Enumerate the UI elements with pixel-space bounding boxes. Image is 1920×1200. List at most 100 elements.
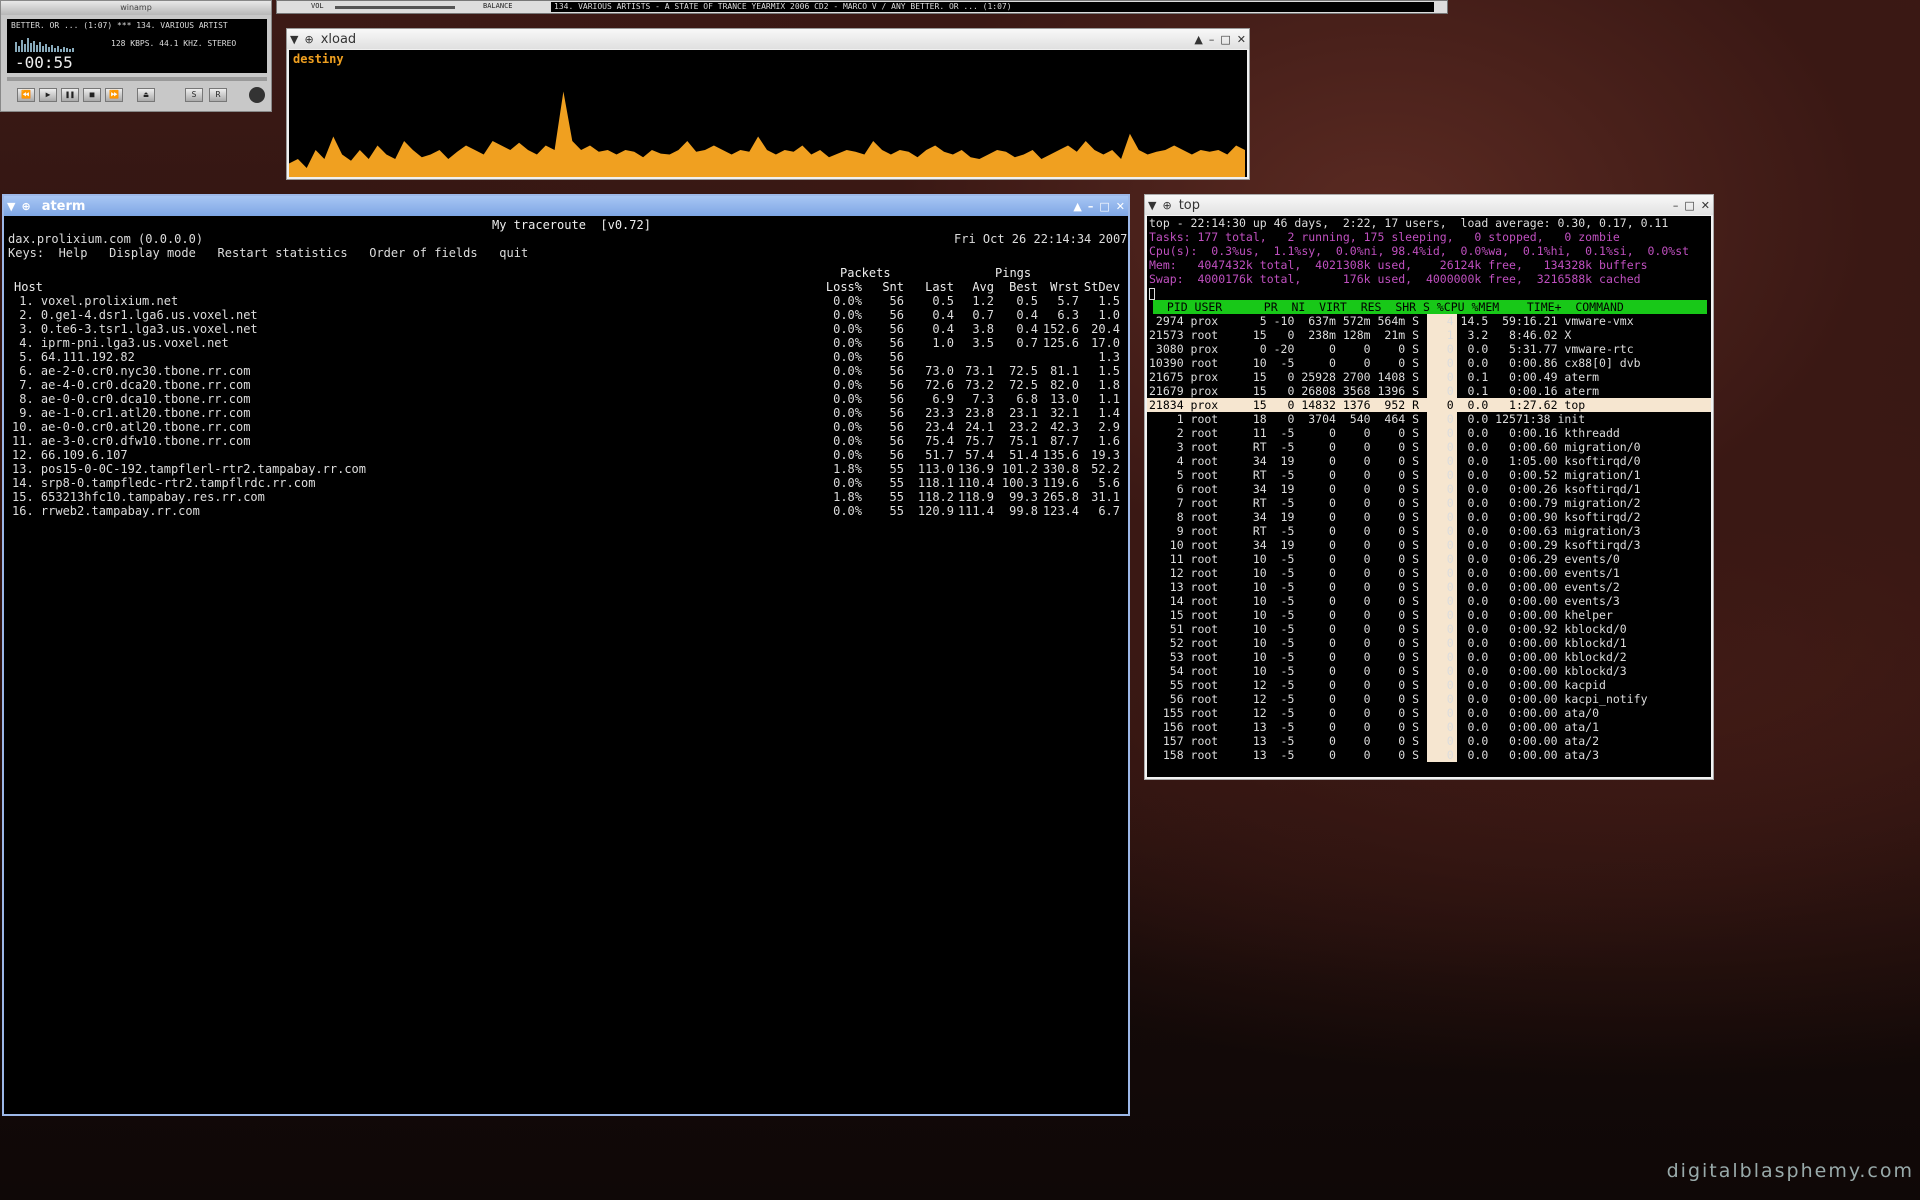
- process-row[interactable]: 15 root 10 -5 0 0 0 S 0 0.0 0:00.00 khel…: [1149, 608, 1613, 622]
- hop-avg: 136.9: [957, 462, 994, 476]
- process-row[interactable]: 5 root RT -5 0 0 0 S 0 0.0 0:00.52 migra…: [1149, 468, 1641, 482]
- process-row[interactable]: 11 root 10 -5 0 0 0 S 0 0.0 0:06.29 even…: [1149, 552, 1620, 566]
- mtr-hop-row: 3. 0.te6-3.tsr1.lga3.us.voxel.net 0.0% 56 0…: [4, 322, 1128, 336]
- hop-snt: 55: [889, 462, 904, 476]
- hop-host: 16. rrweb2.tampabay.rr.com: [12, 504, 200, 518]
- top-titlebar[interactable]: ▼ ⊕ top – □ ✕: [1145, 195, 1713, 215]
- process-row[interactable]: 7 root RT -5 0 0 0 S 0 0.0 0:00.79 migra…: [1149, 496, 1641, 510]
- hop-loss: 0.0%: [833, 434, 862, 448]
- shade-icon[interactable]: ▲: [1194, 33, 1202, 46]
- volume-slider[interactable]: [335, 6, 455, 9]
- winamp-logo-icon[interactable]: [249, 87, 265, 103]
- process-row[interactable]: 54 root 10 -5 0 0 0 S 0 0.0 0:00.00 kblo…: [1149, 664, 1627, 678]
- process-row[interactable]: 6 root 34 19 0 0 0 S 0 0.0 0:00.26 ksoft…: [1149, 482, 1641, 496]
- hop-wrst: 87.7: [1050, 434, 1079, 448]
- top-swap: Swap: 4000176k total, 176k used, 4000000…: [1149, 272, 1641, 286]
- playlist-track-title: 134. VARIOUS ARTISTS - A STATE OF TRANCE…: [551, 2, 1434, 12]
- prev-button[interactable]: ⏪: [17, 88, 35, 102]
- window-menu-icon[interactable]: ▼: [7, 200, 15, 213]
- repeat-button[interactable]: R: [209, 88, 227, 102]
- shade-icon[interactable]: ▲: [1073, 200, 1081, 213]
- aterm-titlebar[interactable]: ▼ ⊕ aterm ▲ – □ ✕: [4, 196, 1128, 216]
- process-row[interactable]: 157 root 13 -5 0 0 0 S 0 0.0 0:00.00 ata…: [1149, 734, 1599, 748]
- process-row[interactable]: 10390 root 10 -5 0 0 0 S 0 0.0 0:00.86 c…: [1149, 356, 1641, 370]
- process-row[interactable]: 2974 prox 5 -10 637m 572m 564m S 4 14.5 …: [1149, 314, 1634, 328]
- window-menu-icon[interactable]: ▼: [290, 33, 298, 46]
- pin-icon[interactable]: ⊕: [304, 33, 313, 46]
- window-title: aterm: [41, 198, 86, 214]
- process-row[interactable]: 21573 root 15 0 238m 128m 21m S 1 3.2 8:…: [1149, 328, 1571, 342]
- hop-loss: 0.0%: [833, 322, 862, 336]
- process-row[interactable]: 3 root RT -5 0 0 0 S 0 0.0 0:00.60 migra…: [1149, 440, 1641, 454]
- process-row[interactable]: 2 root 11 -5 0 0 0 S 0 0.0 0:00.16 kthre…: [1149, 426, 1620, 440]
- hop-stdev: 1.1: [1098, 392, 1120, 406]
- hop-wrst: 82.0: [1050, 378, 1079, 392]
- process-row[interactable]: 52 root 10 -5 0 0 0 S 0 0.0 0:00.00 kblo…: [1149, 636, 1627, 650]
- mtr-hop-row: 12. 66.109.6.107 0.0% 56 51.7 57.4 51.4 135.6 1…: [4, 448, 1128, 462]
- hop-last: 120.9: [917, 504, 954, 518]
- minimize-icon[interactable]: –: [1673, 199, 1679, 212]
- process-row[interactable]: 56 root 12 -5 0 0 0 S 0 0.0 0:00.00 kacp…: [1149, 692, 1648, 706]
- process-row[interactable]: 158 root 13 -5 0 0 0 S 0 0.0 0:00.00 ata…: [1149, 748, 1599, 762]
- process-row[interactable]: 21675 prox 15 0 25928 2700 1408 S 0 0.1 …: [1149, 370, 1599, 384]
- minimize-icon[interactable]: –: [1209, 33, 1215, 46]
- load-area: [289, 91, 1245, 177]
- winamp-seek-bar[interactable]: [7, 77, 267, 81]
- shuffle-button[interactable]: S: [185, 88, 203, 102]
- stop-button[interactable]: ■: [83, 88, 101, 102]
- process-row[interactable]: 55 root 12 -5 0 0 0 S 0 0.0 0:00.00 kacp…: [1149, 678, 1606, 692]
- hop-snt: 56: [889, 406, 904, 420]
- pin-icon[interactable]: ⊕: [1162, 199, 1171, 212]
- hop-last: 75.4: [925, 434, 954, 448]
- process-row[interactable]: 3080 prox 0 -20 0 0 0 S 0 0.0 5:31.77 vm…: [1149, 342, 1634, 356]
- process-row[interactable]: 51 root 10 -5 0 0 0 S 0 0.0 0:00.92 kblo…: [1149, 622, 1627, 636]
- window-title: top: [1178, 197, 1200, 213]
- process-row[interactable]: 12 root 10 -5 0 0 0 S 0 0.0 0:00.00 even…: [1149, 566, 1620, 580]
- process-row[interactable]: 8 root 34 19 0 0 0 S 0 0.0 0:00.90 ksoft…: [1149, 510, 1641, 524]
- eject-button[interactable]: ⏏: [137, 88, 155, 102]
- pause-button[interactable]: ❚❚: [61, 88, 79, 102]
- process-row[interactable]: 4 root 34 19 0 0 0 S 0 0.0 1:05.00 ksoft…: [1149, 454, 1641, 468]
- hop-loss: 0.0%: [833, 406, 862, 420]
- mtr-hop-row: 1. voxel.prolixium.net 0.0% 56 0.5 1.2 0.5 5.7…: [4, 294, 1128, 308]
- close-icon[interactable]: ✕: [1701, 199, 1710, 212]
- xload-window: ▼ ⊕ xload ▲ – □ ✕ destiny: [286, 28, 1250, 180]
- hop-host: 13. pos15-0-0C-192.tampflerl-rtr2.tampab…: [12, 462, 367, 476]
- hop-best: 99.3: [1009, 490, 1038, 504]
- play-button[interactable]: ▶: [39, 88, 57, 102]
- process-row[interactable]: 9 root RT -5 0 0 0 S 0 0.0 0:00.63 migra…: [1149, 524, 1641, 538]
- xload-titlebar[interactable]: ▼ ⊕ xload ▲ – □ ✕: [287, 29, 1249, 49]
- maximize-icon[interactable]: □: [1684, 199, 1694, 212]
- minimize-icon[interactable]: –: [1088, 200, 1094, 213]
- hop-snt: 56: [889, 308, 904, 322]
- process-row[interactable]: 21679 prox 15 0 26808 3568 1396 S 0 0.1 …: [1149, 384, 1599, 398]
- process-row[interactable]: 1 root 18 0 3704 540 464 S 0 0.0 12571:3…: [1149, 412, 1586, 426]
- mtr-terminal[interactable]: My traceroute [v0.72] dax.prolixium.com …: [4, 216, 1128, 1114]
- winamp-titlebar[interactable]: winamp: [1, 1, 271, 15]
- top-terminal[interactable]: top - 22:14:30 up 46 days, 2:22, 17 user…: [1147, 216, 1711, 777]
- winamp-time: -00:55: [15, 53, 73, 72]
- process-row[interactable]: 156 root 13 -5 0 0 0 S 0 0.0 0:00.00 ata…: [1149, 720, 1599, 734]
- winamp-track-text: BETTER. OR ... (1:07) *** 134. VARIOUS A…: [11, 21, 228, 30]
- hop-best: 0.4: [1016, 308, 1038, 322]
- hop-loss: 1.8%: [833, 462, 862, 476]
- process-row[interactable]: 10 root 34 19 0 0 0 S 0 0.0 0:00.29 ksof…: [1149, 538, 1641, 552]
- hop-stdev: 1.5: [1098, 294, 1120, 308]
- process-row[interactable]: 21834 prox 15 0 14832 1376 952 R 0 0.0 1…: [1149, 398, 1585, 412]
- pin-icon[interactable]: ⊕: [21, 200, 30, 213]
- close-icon[interactable]: ✕: [1116, 200, 1125, 213]
- window-menu-icon[interactable]: ▼: [1148, 199, 1156, 212]
- process-row[interactable]: 53 root 10 -5 0 0 0 S 0 0.0 0:00.00 kblo…: [1149, 650, 1627, 664]
- process-row[interactable]: 14 root 10 -5 0 0 0 S 0 0.0 0:00.00 even…: [1149, 594, 1620, 608]
- close-icon[interactable]: ✕: [1237, 33, 1246, 46]
- maximize-icon[interactable]: □: [1099, 200, 1109, 213]
- mtr-keys-menu[interactable]: Keys: Help Display mode Restart statisti…: [8, 246, 528, 260]
- next-button[interactable]: ⏩: [105, 88, 123, 102]
- process-row[interactable]: 13 root 10 -5 0 0 0 S 0 0.0 0:00.00 even…: [1149, 580, 1620, 594]
- process-row[interactable]: 155 root 12 -5 0 0 0 S 0 0.0 0:00.00 ata…: [1149, 706, 1599, 720]
- hop-last: 23.3: [925, 406, 954, 420]
- mtr-hop-row: 13. pos15-0-0C-192.tampflerl-rtr2.tampab…: [4, 462, 1128, 476]
- hop-avg: 118.9: [957, 490, 994, 504]
- maximize-icon[interactable]: □: [1220, 33, 1230, 46]
- hop-wrst: 13.0: [1050, 392, 1079, 406]
